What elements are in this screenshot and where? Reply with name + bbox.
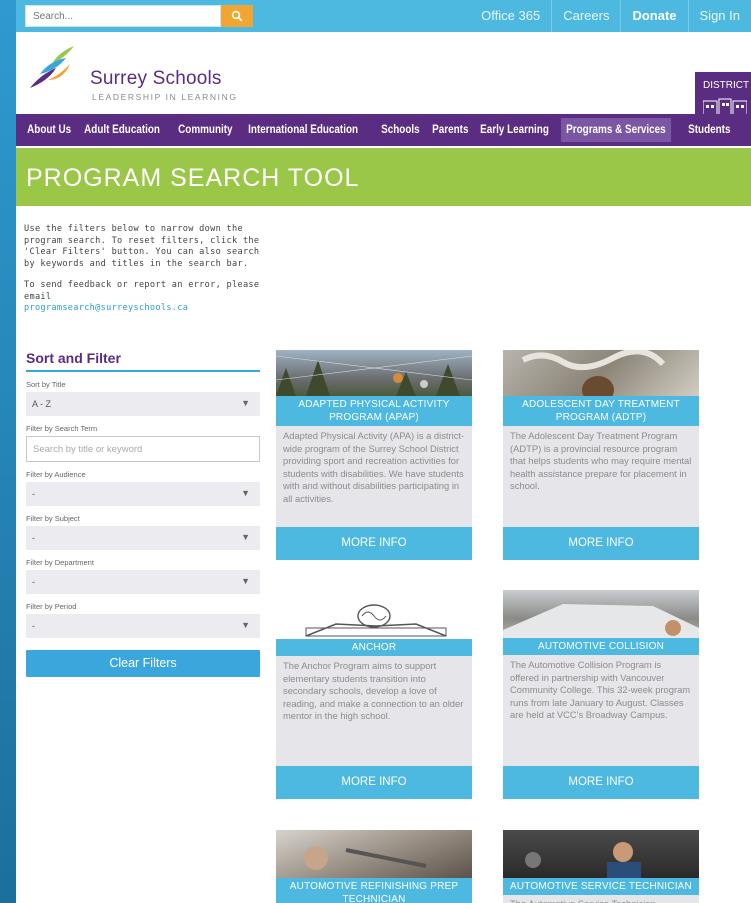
subject-select[interactable]: - ▼ xyxy=(26,526,260,550)
intro-instructions: Use the filters below to narrow down the… xyxy=(24,224,260,269)
nav-international-education[interactable]: International Education xyxy=(243,118,363,142)
nav-students[interactable]: Students xyxy=(683,118,736,142)
nav-adult-education[interactable]: Adult Education xyxy=(79,118,165,142)
clear-filters-button[interactable]: Clear Filters xyxy=(26,650,260,677)
surrey-schools-logo[interactable]: Surrey Schools LEADERSHIP IN LEARNING xyxy=(26,44,256,104)
search-button[interactable] xyxy=(221,5,253,27)
dropdown-arrow-icon: ▼ xyxy=(241,576,250,586)
sort-value: A - Z xyxy=(32,399,52,409)
treatment-photo-icon xyxy=(521,350,666,396)
page-banner: PROGRAM SEARCH TOOL xyxy=(16,148,751,206)
site-search-input[interactable] xyxy=(26,6,220,27)
intro-text: Use the filters below to narrow down the… xyxy=(24,224,260,325)
program-card: ANCHOR The Anchor Program aims to suppor… xyxy=(276,592,472,799)
period-value: - xyxy=(32,621,35,631)
window-edge xyxy=(0,0,16,903)
department-label: Filter by Department xyxy=(26,558,94,567)
page-title: PROGRAM SEARCH TOOL xyxy=(26,164,360,192)
program-photo xyxy=(503,590,699,638)
logo-tagline: LEADERSHIP IN LEARNING xyxy=(92,92,238,102)
program-description: The Anchor Program aims to support eleme… xyxy=(276,656,472,768)
nav-parents[interactable]: Parents xyxy=(427,118,474,142)
district-label: DISTRICT xyxy=(703,80,750,91)
dropdown-arrow-icon: ▼ xyxy=(241,488,250,498)
nav-about-us[interactable]: About Us xyxy=(22,118,76,142)
more-info-button[interactable]: MORE INFO xyxy=(503,527,699,560)
sort-select[interactable]: A - Z ▼ xyxy=(26,392,260,416)
donate-link[interactable]: Donate xyxy=(620,0,687,32)
dropdown-arrow-icon: ▼ xyxy=(241,532,250,542)
office365-link[interactable]: Office 365 xyxy=(470,0,551,32)
program-title[interactable]: AUTOMOTIVE COLLISION xyxy=(503,638,699,655)
department-select[interactable]: - ▼ xyxy=(26,570,260,594)
nav-programs-services[interactable]: Programs & Services xyxy=(561,118,671,142)
program-photo xyxy=(503,350,699,396)
feedback-text: To send feedback or report an error, ple… xyxy=(24,280,260,302)
site-header: Surrey Schools LEADERSHIP IN LEARNING DI… xyxy=(16,32,751,130)
program-title[interactable]: AUTOMOTIVE SERVICE TECHNICIAN xyxy=(503,878,699,895)
nav-schools[interactable]: Schools xyxy=(376,118,425,142)
site-search-box xyxy=(25,5,221,27)
nav-community[interactable]: Community xyxy=(173,118,238,142)
nav-early-learning[interactable]: Early Learning xyxy=(475,118,554,142)
audience-label: Filter by Audience xyxy=(26,470,86,479)
fence-photo-icon xyxy=(276,355,472,396)
logo-title: Surrey Schools xyxy=(90,68,222,89)
dropdown-arrow-icon: ▼ xyxy=(241,398,250,408)
program-photo xyxy=(503,830,699,878)
search-term-label: Filter by Search Term xyxy=(26,424,98,433)
logo-swoosh-icon xyxy=(30,46,74,88)
subject-label: Filter by Subject xyxy=(26,514,80,523)
intro-feedback: To send feedback or report an error, ple… xyxy=(24,280,260,315)
program-title[interactable]: ANCHOR xyxy=(276,639,472,656)
filter-sidebar: Sort and Filter Sort by Title A - Z ▼ Fi… xyxy=(26,350,260,677)
more-info-button[interactable]: MORE INFO xyxy=(503,766,699,799)
sort-label: Sort by Title xyxy=(26,380,66,389)
program-card: AUTOMOTIVE SERVICE TECHNICIAN The Automo… xyxy=(503,830,699,903)
car-hood-photo-icon xyxy=(503,604,699,638)
audience-value: - xyxy=(32,489,35,499)
page: Office 365 Careers Donate Sign In Surrey… xyxy=(16,0,751,903)
program-photo xyxy=(276,592,472,639)
main-nav: About Us Adult Education Community Inter… xyxy=(16,114,751,146)
program-title[interactable]: ADOLESCENT DAY TREATMENT PROGRAM (ADTP) xyxy=(503,396,699,426)
more-info-button[interactable]: MORE INFO xyxy=(276,766,472,799)
period-label: Filter by Period xyxy=(26,602,77,611)
utility-links: Office 365 Careers Donate Sign In xyxy=(470,0,751,32)
dropdown-arrow-icon: ▼ xyxy=(241,620,250,630)
feedback-email-link[interactable]: programsearch@surreyschools.ca xyxy=(24,303,188,313)
top-bar: Office 365 Careers Donate Sign In xyxy=(16,0,751,32)
program-description: The Adolescent Day Treatment Program (AD… xyxy=(510,430,692,492)
program-card: ADAPTED PHYSICAL ACTIVITY PROGRAM (APAP)… xyxy=(276,350,472,560)
period-select[interactable]: - ▼ xyxy=(26,614,260,638)
program-card: AUTOMOTIVE REFINISHING PREP TECHNICIAN xyxy=(276,830,472,903)
program-card: ADOLESCENT DAY TREATMENT PROGRAM (ADTP) … xyxy=(503,350,699,560)
program-photo xyxy=(276,350,472,396)
subject-value: - xyxy=(32,533,35,543)
program-title[interactable]: ADAPTED PHYSICAL ACTIVITY PROGRAM (APAP) xyxy=(276,396,472,426)
more-info-button[interactable]: MORE INFO xyxy=(276,527,472,560)
sign-in-link[interactable]: Sign In xyxy=(687,0,751,32)
careers-link[interactable]: Careers xyxy=(551,0,620,32)
program-title[interactable]: AUTOMOTIVE REFINISHING PREP TECHNICIAN xyxy=(276,878,472,903)
program-photo xyxy=(276,830,472,878)
filter-title: Sort and Filter xyxy=(26,350,260,372)
department-value: - xyxy=(32,577,35,587)
program-description: The Automotive Collision Program is offe… xyxy=(510,659,691,721)
service-technician-photo-icon xyxy=(525,842,641,878)
program-description: The Automotive Service Technician xyxy=(503,895,699,903)
program-description: Adapted Physical Activity (APA) is a dis… xyxy=(283,430,465,504)
search-icon xyxy=(231,10,243,22)
search-term-input[interactable]: Search by title or keyword xyxy=(26,436,260,462)
audience-select[interactable]: - ▼ xyxy=(26,482,260,506)
refinishing-photo-icon xyxy=(304,846,427,870)
anchor-book-icon xyxy=(305,604,447,637)
program-card: AUTOMOTIVE COLLISION The Automotive Coll… xyxy=(503,590,699,799)
